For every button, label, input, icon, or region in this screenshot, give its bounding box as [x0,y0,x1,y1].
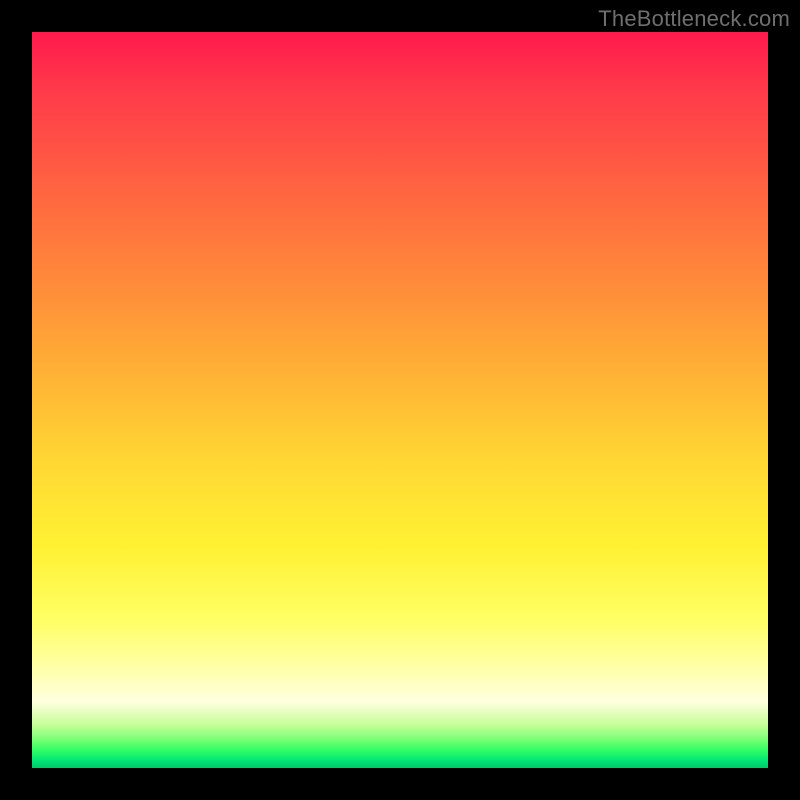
background-gradient [32,32,768,768]
watermark-text: TheBottleneck.com [598,6,790,32]
plot-area [32,32,768,768]
chart-frame: TheBottleneck.com [0,0,800,800]
